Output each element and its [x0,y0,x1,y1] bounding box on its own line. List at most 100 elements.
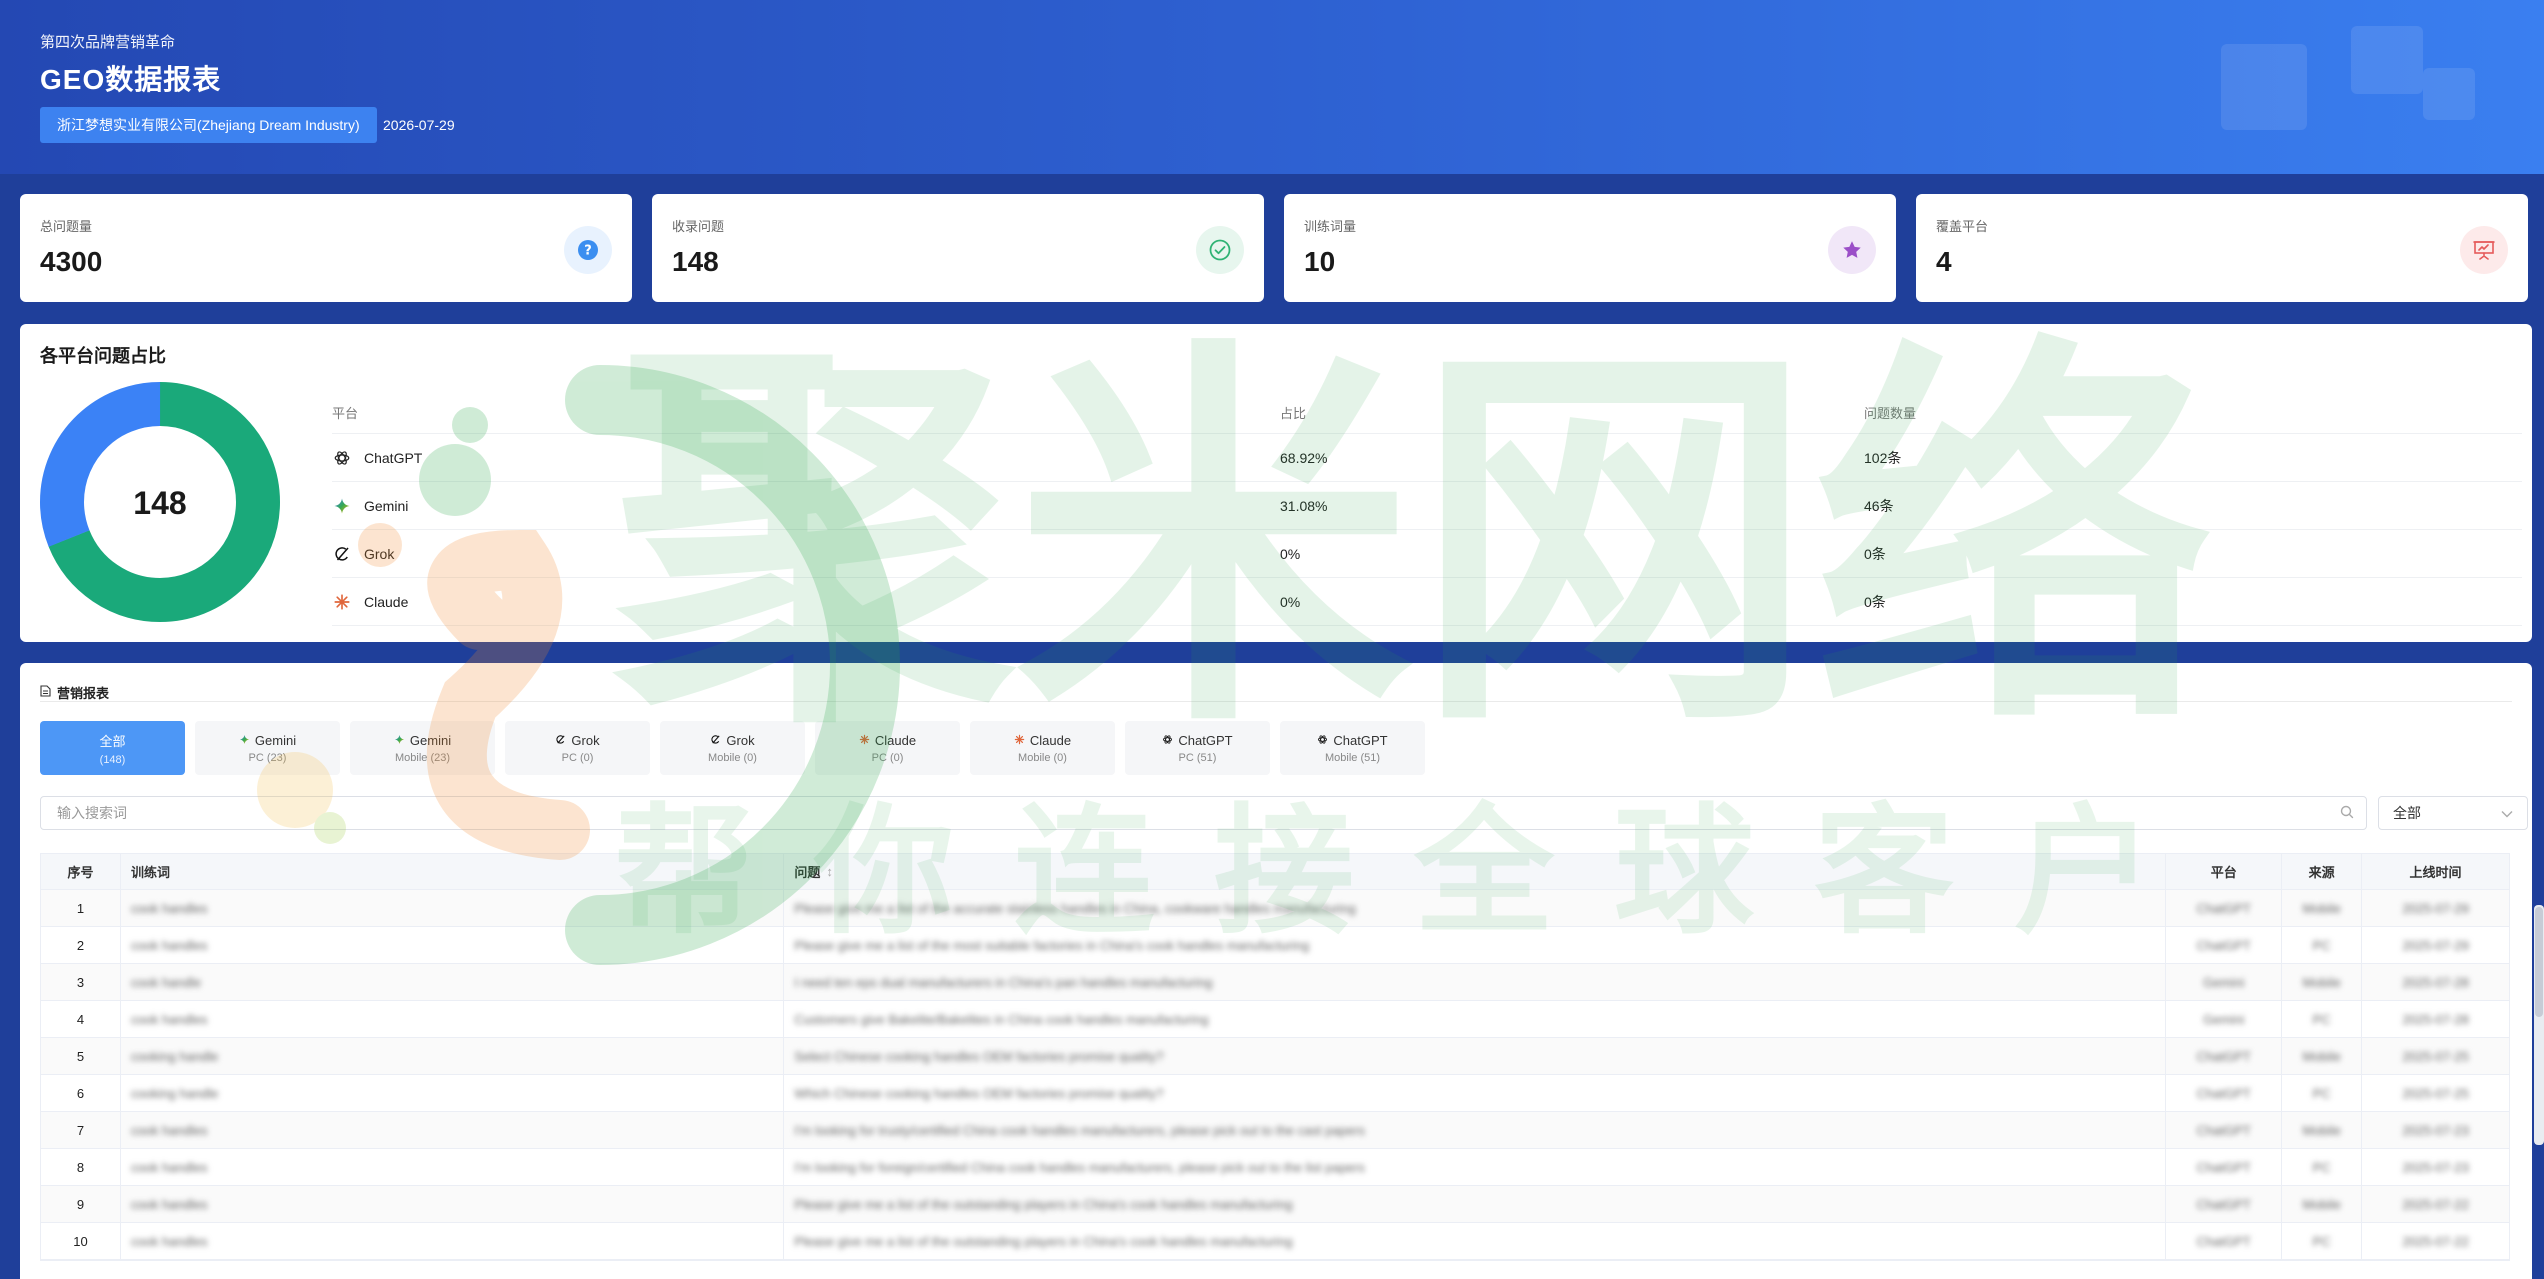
row-platform: ChatGPT [2196,900,2251,916]
table-row: 7 cook handles I'm looking for trusty/cert… [41,1112,2509,1149]
presentation-icon [2460,226,2508,274]
platform-name: Gemini [364,497,409,514]
table-header: 平台 占比 问题数量 [332,392,2522,434]
row-question: Select Chinese cooking handles OEM facto… [794,1048,1164,1064]
report-table: 序号 训练词 问题 ↕ 平台 来源 上线时间 1 cook handles Pleas… [40,853,2510,1261]
row-platform: ChatGPT [2196,1085,2251,1101]
search-icon[interactable] [2340,805,2354,822]
table-row: 8 cook handles I'm looking for foreign/cer… [41,1149,2509,1186]
platform-share: 31.08% [1280,497,1328,514]
row-date: 2025-07-29 [2402,937,2469,953]
svg-text:?: ? [584,244,592,259]
tab-all[interactable]: 全部 (148) [40,721,185,775]
platform-name: ChatGPT [364,449,423,466]
chevron-down-icon [2501,805,2513,821]
platform-count: 0条 [1864,593,1886,610]
scrollbar[interactable] [2534,905,2544,1145]
scrollbar-thumb[interactable] [2535,907,2543,1017]
tab-grok-mobile[interactable]: Grok Mobile (0) [660,721,805,775]
marketing-report-panel: 营销报表 全部 (148) Gemini PC (23) Gemini Mobi… [20,663,2532,1279]
row-platform: ChatGPT [2196,937,2251,953]
decor-square [2221,44,2307,130]
search-input[interactable]: 输入搜索词 [40,796,2367,830]
col-share: 占比 [1280,406,1307,421]
row-date: 2025-07-25 [2402,1085,2469,1101]
report-header: 第四次品牌营销革命 GEO数据报表 浙江梦想实业有限公司(Zhejiang Dr… [0,0,2544,174]
table-row: 2 cook handles Please give me a list of th… [41,927,2509,964]
stat-value: 10 [1304,246,1336,277]
divider [40,701,2512,702]
stat-label: 训练词量 [1304,219,1357,234]
platform-count: 0条 [1864,545,1886,562]
grok-icon [332,544,352,564]
row-number: 5 [41,1038,121,1074]
tab-claude-mobile[interactable]: Claude Mobile (0) [970,721,1115,775]
platform-donut-chart: 148 [40,382,280,622]
platform-share: 0% [1280,545,1301,562]
gemini-icon [239,733,250,748]
tab-gemini-pc[interactable]: Gemini PC (23) [195,721,340,775]
row-question: Which Chinese cooking handles OEM factor… [794,1085,1164,1101]
row-date: 2025-07-23 [2402,1159,2469,1175]
report-date: 2026-07-29 [383,117,455,133]
row-number: 1 [41,890,121,926]
check-circle-icon [1196,226,1244,274]
platform-share-panel: 各平台问题占比 148 平台 占比 问题数量 ChatGPT 68.92% 10… [20,324,2532,642]
gemini-icon [332,496,352,516]
row-date: 2025-07-22 [2402,1196,2469,1212]
row-number: 9 [41,1186,121,1222]
table-row: 1 cook handles Please give me a list of th… [41,890,2509,927]
row-keyword: cook handles [130,1011,208,1027]
row-number: 4 [41,1001,121,1037]
tab-chatgpt-pc[interactable]: ChatGPT PC (51) [1125,721,1270,775]
platform-filter-select[interactable]: 全部 [2378,796,2528,830]
platform-share-table: 平台 占比 问题数量 ChatGPT 68.92% 102条 Gemini 31… [332,392,2522,626]
row-keyword: cook handle [130,974,202,990]
sort-icon[interactable]: ↕ [826,864,833,879]
tab-gemini-mobile[interactable]: Gemini Mobile (23) [350,721,495,775]
tab-grok-pc[interactable]: Grok PC (0) [505,721,650,775]
row-question: Please give me a list of the outstanding… [794,1196,1293,1212]
chatgpt-icon [1317,733,1328,748]
stat-value: 4300 [40,246,103,277]
report-title: 营销报表 [40,683,109,702]
platform-name: Claude [364,593,409,610]
header-subtitle: 第四次品牌营销革命 [40,34,176,51]
tab-chatgpt-mobile[interactable]: ChatGPT Mobile (51) [1280,721,1425,775]
row-source: PC [2312,937,2331,953]
document-icon [40,685,51,700]
table-row: 10 cook handles Please give me a list of t… [41,1223,2509,1260]
platform-share: 68.92% [1280,449,1328,466]
row-question: Please give me a list of the outstanding… [794,1233,1293,1249]
row-platform: ChatGPT [2196,1233,2251,1249]
tab-claude-pc[interactable]: Claude PC (0) [815,721,960,775]
company-badge[interactable]: 浙江梦想实业有限公司(Zhejiang Dream Industry) [40,107,377,143]
row-question: I'm looking for trusty/certified China c… [794,1122,1365,1138]
stat-label: 收录问题 [672,219,725,234]
row-keyword: cooking handle [130,1048,219,1064]
row-question: Customers give Bakelite/Bakelites in Chi… [794,1011,1209,1027]
row-keyword: cook handles [130,1196,208,1212]
stat-value: 148 [672,246,719,277]
star-icon [1828,226,1876,274]
row-source: Mobile [2302,1196,2341,1212]
col-count: 问题数量 [1864,406,1917,421]
row-source: PC [2312,1011,2331,1027]
decor-square [2351,26,2423,94]
row-keyword: cook handles [130,1159,208,1175]
row-platform: ChatGPT [2196,1196,2251,1212]
table-row: 9 cook handles Please give me a list of th… [41,1186,2509,1223]
row-keyword: cook handles [130,937,208,953]
section-title: 各平台问题占比 [40,346,166,366]
row-platform: ChatGPT [2196,1159,2251,1175]
row-platform: Gemini [2203,1011,2245,1027]
row-platform: ChatGPT [2196,1122,2251,1138]
row-source: Mobile [2302,900,2341,916]
row-number: 3 [41,964,121,1000]
grok-icon [555,733,566,748]
row-source: PC [2312,1159,2331,1175]
row-number: 10 [41,1223,121,1259]
table-header: 序号 训练词 问题 ↕ 平台 来源 上线时间 [41,854,2509,890]
question-icon: ? [564,226,612,274]
decor-square [2423,68,2475,120]
